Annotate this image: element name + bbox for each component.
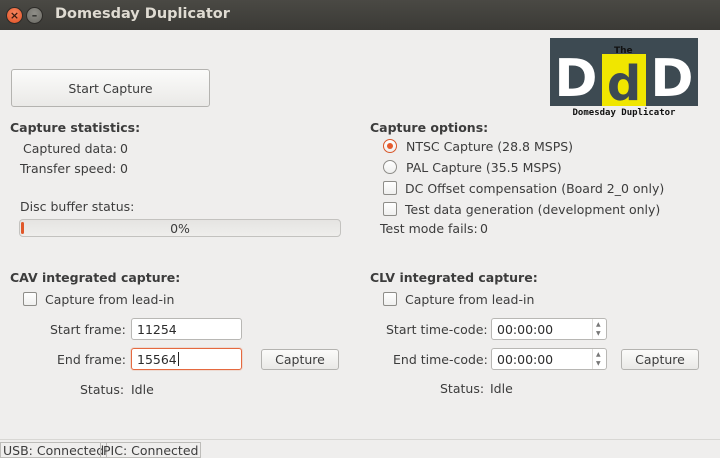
start-capture-button[interactable]: Start Capture bbox=[11, 69, 210, 107]
dc-offset-checkbox[interactable] bbox=[383, 181, 397, 195]
clv-lead-in-label[interactable]: Capture from lead-in bbox=[405, 292, 534, 307]
end-timecode-value: 00:00:00 bbox=[497, 351, 554, 367]
cav-capture-button[interactable]: Capture bbox=[261, 349, 339, 370]
clv-heading: CLV integrated capture: bbox=[370, 270, 538, 285]
end-timecode-spinner[interactable]: ▲ ▼ bbox=[592, 349, 606, 369]
status-bar: USB: Connected PIC: Connected bbox=[0, 439, 720, 458]
test-data-checkbox[interactable] bbox=[383, 202, 397, 216]
cav-capture-label: Capture bbox=[275, 352, 325, 367]
end-frame-label: End frame: bbox=[57, 352, 127, 367]
clv-lead-in-checkbox[interactable] bbox=[383, 292, 397, 306]
clv-capture-button[interactable]: Capture bbox=[621, 349, 699, 370]
start-timecode-spinner[interactable]: ▲ ▼ bbox=[592, 319, 606, 339]
cav-status-value: Idle bbox=[131, 382, 154, 397]
start-frame-label: Start frame: bbox=[50, 322, 126, 337]
test-mode-fails-label: Test mode fails: bbox=[380, 221, 478, 236]
cav-heading: CAV integrated capture: bbox=[10, 270, 181, 285]
text-cursor bbox=[177, 352, 179, 366]
pal-radio[interactable] bbox=[383, 160, 397, 174]
end-timecode-label: End time-code: bbox=[393, 352, 488, 367]
minimize-window-button[interactable]: – bbox=[26, 7, 43, 24]
test-data-label[interactable]: Test data generation (development only) bbox=[405, 202, 660, 217]
disc-buffer-value: 0% bbox=[170, 221, 190, 236]
spin-down-icon[interactable]: ▼ bbox=[596, 361, 601, 367]
usb-status: USB: Connected bbox=[0, 442, 108, 458]
clv-status-value: Idle bbox=[490, 381, 513, 396]
close-window-button[interactable]: × bbox=[6, 7, 23, 24]
pal-label[interactable]: PAL Capture (35.5 MSPS) bbox=[406, 160, 562, 175]
logo-letter-3: D bbox=[650, 49, 693, 109]
start-timecode-value: 00:00:00 bbox=[497, 321, 554, 337]
clv-capture-label: Capture bbox=[635, 352, 685, 367]
spin-up-icon[interactable]: ▲ bbox=[596, 322, 601, 328]
captured-data-value: 0 bbox=[120, 141, 128, 156]
end-frame-value: 15564 bbox=[137, 351, 177, 367]
window-title: Domesday Duplicator bbox=[55, 6, 230, 22]
spin-up-icon[interactable]: ▲ bbox=[596, 352, 601, 358]
cav-lead-in-label[interactable]: Capture from lead-in bbox=[45, 292, 174, 307]
transfer-speed-value: 0 bbox=[120, 161, 128, 176]
clv-status-label: Status: bbox=[440, 381, 485, 396]
cav-lead-in-checkbox[interactable] bbox=[23, 292, 37, 306]
transfer-speed-label: Transfer speed: bbox=[20, 161, 117, 176]
logo-text-top: The bbox=[614, 46, 633, 56]
end-timecode-input[interactable]: 00:00:00 ▲ ▼ bbox=[491, 348, 607, 370]
captured-data-label: Captured data: bbox=[23, 141, 117, 156]
minimize-icon: – bbox=[31, 9, 38, 22]
title-bar: × – Domesday Duplicator bbox=[0, 0, 720, 30]
start-frame-value: 11254 bbox=[137, 321, 177, 337]
disc-buffer-label: Disc buffer status: bbox=[20, 199, 135, 214]
capture-options-heading: Capture options: bbox=[370, 120, 489, 135]
start-capture-label: Start Capture bbox=[68, 80, 153, 96]
cav-status-label: Status: bbox=[80, 382, 125, 397]
ntsc-radio[interactable] bbox=[383, 139, 397, 153]
disc-buffer-progress: 0% bbox=[19, 219, 341, 237]
dc-offset-label[interactable]: DC Offset compensation (Board 2_0 only) bbox=[405, 181, 664, 196]
ddd-logo: D d D The Domesday Duplicator bbox=[550, 38, 698, 118]
close-icon: × bbox=[9, 9, 20, 22]
start-timecode-label: Start time-code: bbox=[386, 322, 488, 337]
start-timecode-input[interactable]: 00:00:00 ▲ ▼ bbox=[491, 318, 607, 340]
logo-letter-2: d bbox=[607, 56, 641, 112]
start-frame-input[interactable]: 11254 bbox=[131, 318, 242, 340]
test-mode-fails-value: 0 bbox=[480, 221, 488, 236]
end-frame-input[interactable]: 15564 bbox=[131, 348, 242, 370]
logo-letter-1: D bbox=[554, 49, 597, 109]
logo-text-bottom: Domesday Duplicator bbox=[573, 107, 677, 118]
spin-down-icon[interactable]: ▼ bbox=[596, 331, 601, 337]
ntsc-label[interactable]: NTSC Capture (28.8 MSPS) bbox=[406, 139, 573, 154]
pic-status: PIC: Connected bbox=[100, 442, 202, 458]
capture-statistics-heading: Capture statistics: bbox=[10, 120, 141, 135]
